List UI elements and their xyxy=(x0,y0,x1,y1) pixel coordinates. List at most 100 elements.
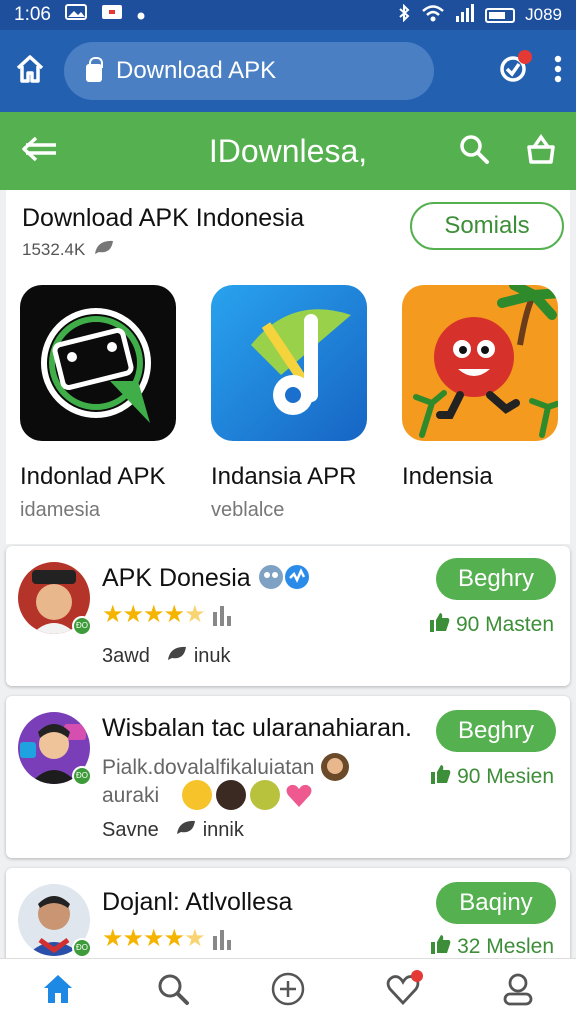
music-note-app-icon xyxy=(211,285,367,441)
app-tile-name: Indansia APR xyxy=(211,463,357,490)
thumbs-up-icon xyxy=(429,764,451,790)
list-item-description-2: auraki xyxy=(102,784,160,807)
leaf-icon xyxy=(166,644,188,668)
bar-chart-icon xyxy=(212,604,232,631)
person-emoji-icon xyxy=(216,780,246,810)
footer-right-text: inuk xyxy=(193,644,231,667)
list-item[interactable]: ÐO Wisbalan tac ularanahiaran. Pialk.dov… xyxy=(6,696,570,858)
chat-download-app-icon xyxy=(20,285,176,441)
verified-badge-icon xyxy=(284,564,310,592)
featured-section: Download APK Indonesia 1532.4K Somials I… xyxy=(6,190,570,544)
list-item-title-text: APK Donesia xyxy=(102,564,251,592)
app-tile-name: Indonlad APK xyxy=(20,463,166,490)
list-item-description: Pialk.dovalalfikaluiatan xyxy=(102,752,350,782)
back-arrow-icon[interactable] xyxy=(20,135,58,168)
status-right-text: J089 xyxy=(525,5,562,24)
featured-title: Download APK Indonesia xyxy=(22,204,305,232)
battery-icon xyxy=(485,7,516,23)
avatar-badge: ÐO xyxy=(72,766,92,786)
notification-badge xyxy=(518,49,532,64)
profile-icon xyxy=(501,972,535,1011)
game-emoji-icon xyxy=(250,780,280,810)
list-item[interactable]: ÐO Dojanl: Atlvollesa ★★★★★ Baqiny 32 Me… xyxy=(6,868,570,968)
lock-icon xyxy=(86,57,103,82)
meta-text: 32 Meslen xyxy=(457,935,554,958)
footer-right-text: innik xyxy=(202,818,244,841)
image-notification-icon xyxy=(64,3,87,27)
app-tile[interactable]: Indonlad APK idamesia xyxy=(20,285,176,522)
rating-stars: ★★★★★ xyxy=(102,601,206,628)
dot-icon xyxy=(137,4,145,26)
list-item-footer: Savne innik xyxy=(102,818,244,842)
star-icon: ★ xyxy=(163,925,185,952)
signal-icon xyxy=(455,3,475,27)
list-item-meta: 90 Masten xyxy=(428,612,554,638)
add-icon xyxy=(271,972,305,1011)
thumbs-up-icon xyxy=(428,612,450,638)
emoji-face-icon xyxy=(258,564,284,592)
heart-emoji-icon xyxy=(284,780,314,810)
browser-bar: Download APK xyxy=(0,30,576,112)
featured-count: 1532.4K xyxy=(22,238,115,261)
status-bar: 1:06 J089 xyxy=(0,0,576,30)
wifi-icon xyxy=(421,4,445,27)
nav-add[interactable] xyxy=(266,970,310,1014)
socials-button[interactable]: Somials xyxy=(410,202,564,250)
home-icon xyxy=(41,972,75,1011)
bar-chart-icon xyxy=(212,928,232,955)
status-time: 1:06 xyxy=(14,4,51,25)
description-text: Pialk.dovalalfikaluiatan xyxy=(102,756,315,779)
nav-search[interactable] xyxy=(151,970,195,1014)
status-right: J089 xyxy=(397,3,562,27)
bluetooth-icon xyxy=(397,3,411,27)
app-tile-subtitle: veblalce xyxy=(211,499,285,521)
list-item[interactable]: ÐO APK Donesia ★★★★★ 3awd inuk Beghry 90… xyxy=(6,546,570,686)
app-tile[interactable]: Indansia APR veblalce xyxy=(211,285,367,522)
featured-count-value: 1532.4K xyxy=(22,239,86,259)
avatar-badge: ÐO xyxy=(72,938,92,958)
search-icon xyxy=(156,972,190,1011)
app-bar: IDownlesa, xyxy=(0,112,576,190)
begin-button[interactable]: Beghry xyxy=(436,558,556,600)
app-tile-subtitle: idamesia xyxy=(20,499,101,521)
nav-favorites[interactable] xyxy=(381,969,425,1014)
list-item-meta: 32 Meslen xyxy=(429,934,554,960)
half-star-icon: ★ xyxy=(184,925,205,952)
begin-button[interactable]: Baqiny xyxy=(436,882,556,924)
app-tile-name: Indensia xyxy=(402,463,493,490)
sunglasses-emoji-icon xyxy=(182,780,212,810)
meta-text: 90 Mesien xyxy=(457,765,554,788)
nav-home[interactable] xyxy=(36,970,80,1014)
leaf-icon xyxy=(93,238,115,261)
half-star-icon: ★ xyxy=(184,601,205,628)
avatar-badge: ÐO xyxy=(72,616,92,636)
list-item-title: APK Donesia xyxy=(102,564,310,593)
game-character-app-icon xyxy=(402,285,558,441)
nav-profile[interactable] xyxy=(496,970,540,1014)
footer-left-text: Savne xyxy=(102,818,159,841)
url-text: Download APK xyxy=(116,57,277,84)
footer-left-text: 3awd xyxy=(102,644,150,667)
app-tile[interactable]: Indensia xyxy=(402,285,558,491)
begin-button[interactable]: Beghry xyxy=(436,710,556,752)
star-icon: ★ xyxy=(163,601,185,628)
home-browser-icon[interactable] xyxy=(14,53,46,90)
list-item-title: Dojanl: Atlvollesa xyxy=(102,888,293,916)
list-item-title: Wisbalan tac ularanahiaran. xyxy=(102,714,412,742)
bottom-nav xyxy=(0,958,576,1024)
url-field[interactable]: Download APK xyxy=(64,42,434,100)
list-item-footer: 3awd inuk xyxy=(102,644,231,668)
meta-text: 90 Masten xyxy=(455,613,554,636)
notification-button[interactable] xyxy=(498,49,532,89)
message-notification-icon xyxy=(101,4,123,26)
favorites-badge xyxy=(411,969,424,982)
rating-stars: ★★★★★ xyxy=(102,925,206,952)
leaf-icon xyxy=(175,818,197,842)
thumbs-up-icon xyxy=(429,934,451,960)
more-options-icon[interactable] xyxy=(554,55,562,88)
bag-icon[interactable] xyxy=(526,133,556,170)
emoji-row xyxy=(182,780,314,810)
avatar-small-icon xyxy=(320,753,350,781)
search-icon[interactable] xyxy=(458,133,490,170)
list-item-meta: 90 Mesien xyxy=(429,764,554,790)
